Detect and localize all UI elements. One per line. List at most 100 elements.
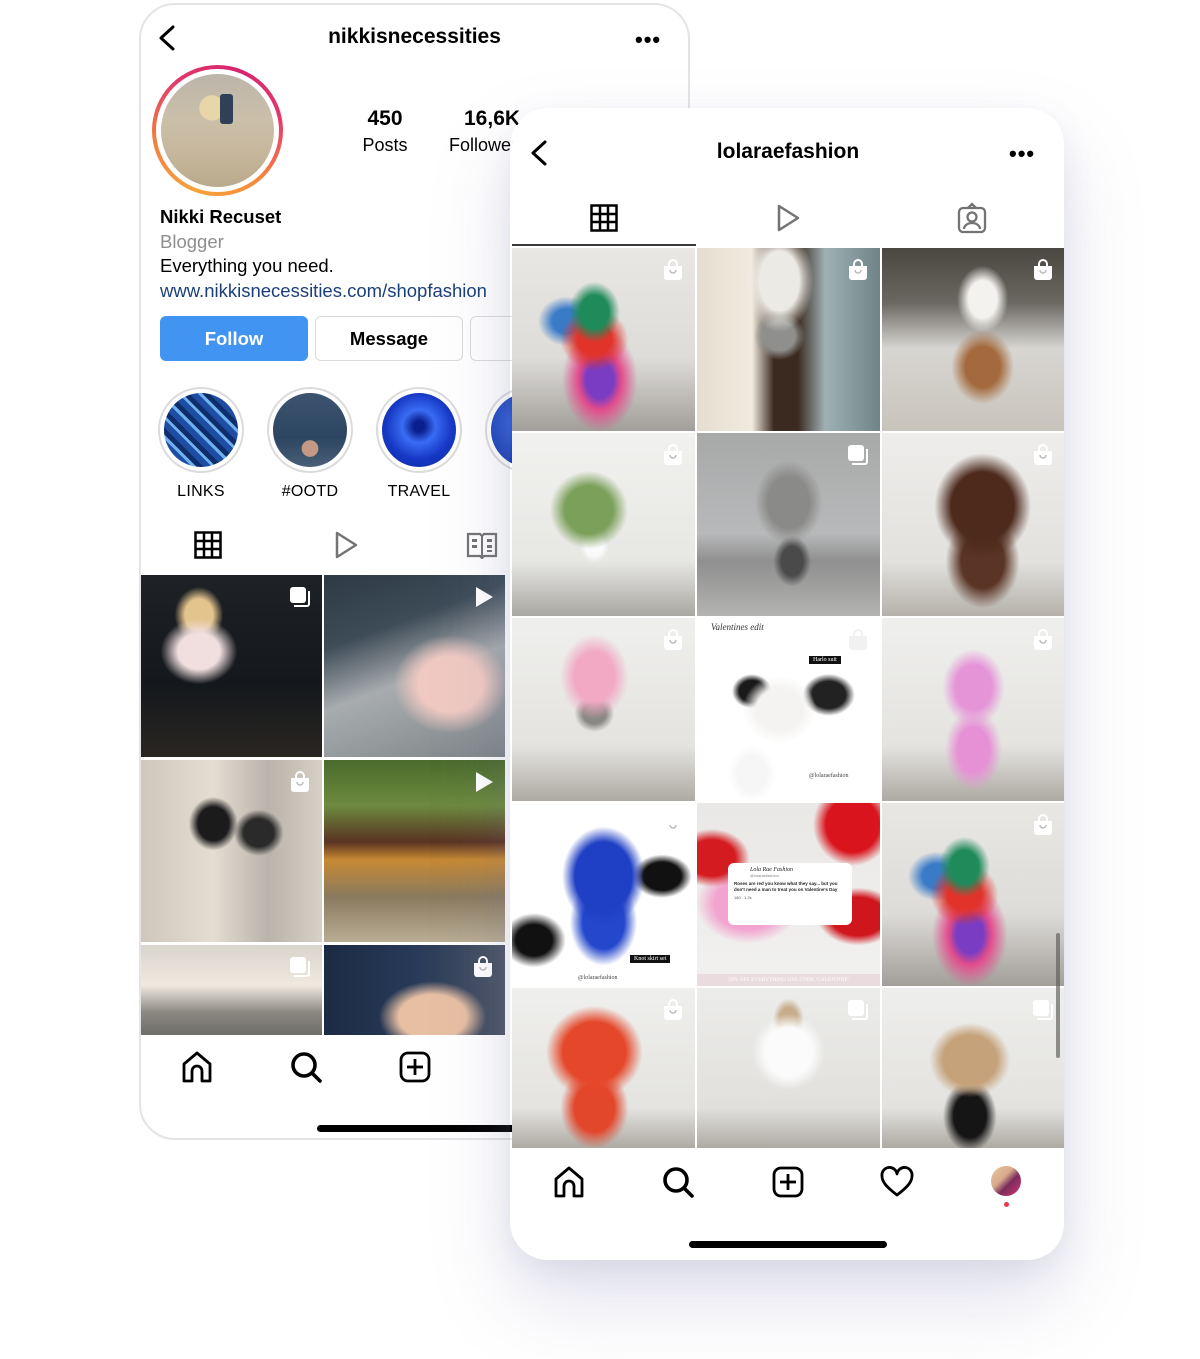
- tweet-like-count: 1.2k: [744, 895, 752, 900]
- play-icon: [777, 204, 800, 232]
- grid-icon: [590, 204, 618, 232]
- post-thumbnail[interactable]: [324, 945, 505, 1035]
- shopping-bag-icon: [849, 629, 867, 650]
- tweet-text: Roses are red you know what they say... …: [734, 881, 838, 892]
- profile-username: nikkisnecessities: [328, 25, 501, 48]
- shopping-bag-icon: [474, 956, 492, 977]
- highlight-label: LINKS: [177, 483, 225, 500]
- highlight-travel[interactable]: TRAVEL: [376, 387, 462, 501]
- front-phone-lolaraefashion: lolaraefashion ••• Valentines edit Harlo…: [512, 108, 1064, 1260]
- highlight-ootd[interactable]: #OOTD: [267, 387, 353, 501]
- profile-avatar-story-ring[interactable]: [152, 65, 283, 196]
- search-icon[interactable]: [288, 1049, 324, 1085]
- shopping-bag-icon: [664, 814, 682, 835]
- post-thumbnail[interactable]: Valentines edit Harlo suit @lolaraefashi…: [697, 618, 880, 801]
- tab-reels[interactable]: [696, 190, 880, 246]
- scrollbar[interactable]: [1056, 933, 1060, 1058]
- post-thumbnail[interactable]: [882, 988, 1064, 1148]
- tab-posts[interactable]: [181, 513, 235, 577]
- carousel-icon: [848, 445, 868, 465]
- post-thumbnail[interactable]: [324, 575, 505, 757]
- post-thumbnail[interactable]: [697, 433, 880, 616]
- carousel-icon: [848, 1000, 868, 1020]
- post-thumbnail[interactable]: [141, 575, 322, 757]
- carousel-icon: [290, 587, 310, 607]
- tab-reels[interactable]: [319, 513, 373, 577]
- shopping-bag-icon: [1034, 259, 1052, 280]
- shopping-bag-icon: [1034, 629, 1052, 650]
- post-credit-text: @lolaraefashion: [809, 773, 849, 779]
- post-thumbnail[interactable]: [141, 760, 322, 942]
- blue-mosaic-thumbnail: [164, 393, 238, 467]
- tweet-comment-count: 180: [734, 895, 741, 900]
- post-thumbnail[interactable]: [882, 248, 1064, 431]
- profile-avatar: [161, 74, 274, 187]
- stat-posts[interactable]: 450 Posts: [355, 107, 415, 156]
- home-icon[interactable]: [551, 1164, 587, 1200]
- tab-tagged[interactable]: [880, 190, 1064, 246]
- bottom-navigation: [512, 1148, 1064, 1228]
- search-icon[interactable]: [660, 1164, 696, 1200]
- follow-button[interactable]: Follow: [160, 316, 308, 361]
- highlight-label: #OOTD: [281, 483, 339, 500]
- post-thumbnail[interactable]: [512, 248, 695, 431]
- tagged-user-icon: [957, 202, 987, 234]
- shopping-bag-icon: [664, 629, 682, 650]
- post-thumbnail[interactable]: [697, 248, 880, 431]
- denim-outfit-thumbnail: [273, 393, 347, 467]
- home-indicator: [317, 1125, 532, 1132]
- profile-avatar-nav[interactable]: [991, 1166, 1021, 1196]
- profile-category: Blogger: [160, 230, 224, 252]
- post-thumbnail[interactable]: Knot skirt set @lolaraefashion: [512, 803, 695, 986]
- post-thumbnail[interactable]: [882, 618, 1064, 801]
- post-thumbnail[interactable]: [512, 618, 695, 801]
- guide-book-icon: [466, 532, 498, 559]
- profile-bio: Nikki Recuset Blogger Everything you nee…: [160, 205, 487, 303]
- highlight-label: TRAVEL: [387, 483, 451, 500]
- tab-posts[interactable]: [512, 190, 696, 246]
- shopping-bag-icon: [1034, 814, 1052, 835]
- post-thumbnail[interactable]: [512, 988, 695, 1148]
- profile-header: nikkisnecessities •••: [141, 5, 688, 69]
- add-post-icon[interactable]: [770, 1164, 806, 1200]
- play-icon: [335, 531, 358, 559]
- post-thumbnail[interactable]: [882, 803, 1064, 986]
- add-post-icon[interactable]: [397, 1049, 433, 1085]
- blue-tunnel-thumbnail: [382, 393, 456, 467]
- post-thumbnail[interactable]: [512, 433, 695, 616]
- bio-link[interactable]: www.nikkisnecessities.com/shopfashion: [160, 279, 487, 304]
- message-button[interactable]: Message: [315, 316, 463, 361]
- highlight-links[interactable]: LINKS: [158, 387, 244, 501]
- active-tab-indicator: [512, 244, 696, 246]
- post-thumbnail[interactable]: [697, 988, 880, 1148]
- posts-count: 450: [367, 107, 403, 130]
- shopping-bag-icon: [1034, 444, 1052, 465]
- carousel-icon: [290, 957, 310, 977]
- post-thumbnail[interactable]: [141, 945, 322, 1035]
- post-credit-text: @lolaraefashion: [578, 975, 618, 981]
- profile-tabs: [512, 190, 1064, 246]
- post-tag-text: Knot skirt set: [630, 955, 671, 963]
- profile-username: lolaraefashion: [716, 140, 860, 163]
- more-options-icon[interactable]: •••: [635, 27, 661, 53]
- tab-guides[interactable]: [455, 513, 509, 577]
- heart-icon[interactable]: [879, 1164, 915, 1200]
- shopping-bag-icon: [664, 259, 682, 280]
- post-thumbnail[interactable]: [324, 760, 505, 942]
- more-options-icon[interactable]: •••: [1009, 141, 1035, 167]
- post-thumbnail[interactable]: [882, 433, 1064, 616]
- home-indicator: [689, 1241, 887, 1248]
- shopping-bag-icon: [849, 259, 867, 280]
- display-name: Nikki Recuset: [160, 206, 282, 227]
- post-tag-text: Harlo suit: [809, 656, 841, 664]
- posts-label: Posts: [362, 135, 408, 155]
- promo-banner: 20% OFF EVERYTHING USE CODE 'GALENTINE': [697, 974, 880, 986]
- reel-icon: [476, 587, 493, 607]
- bio-text: Everything you need.: [160, 255, 334, 276]
- profile-tabs: [141, 513, 521, 577]
- home-icon[interactable]: [179, 1049, 215, 1085]
- post-thumbnail[interactable]: Lola Rae Fashion @lolaraefashion Roses a…: [697, 803, 880, 986]
- posts-grid: Valentines edit Harlo suit @lolaraefashi…: [512, 248, 1064, 1148]
- notification-dot: [1004, 1202, 1009, 1207]
- grid-icon: [194, 531, 222, 559]
